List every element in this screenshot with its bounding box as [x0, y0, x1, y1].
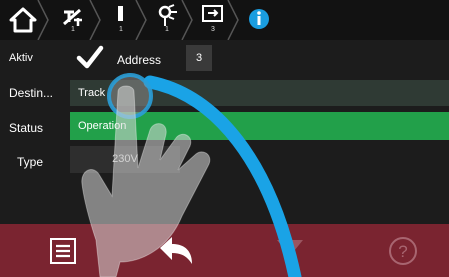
crumb-outputs[interactable]: 3 [200, 0, 226, 40]
help-icon: ? [389, 237, 417, 265]
crumb-count: 3 [211, 26, 215, 33]
back-arrow-icon [160, 237, 192, 264]
home-icon [9, 7, 37, 33]
footer-toolbar: ? [0, 224, 449, 277]
address-input[interactable]: 3 [186, 45, 212, 71]
crumb-signal[interactable]: 1 [154, 0, 180, 40]
breadcrumb-separator [181, 0, 193, 40]
breadcrumb: 1 1 1 3 [0, 0, 449, 40]
type-label: Type [17, 155, 44, 169]
crumb-info[interactable] [246, 0, 272, 40]
signal-lamp-icon [158, 4, 177, 26]
info-icon [249, 9, 269, 29]
address-label: Address [117, 53, 162, 67]
destination-field[interactable]: Track [70, 80, 449, 106]
status-field[interactable]: Operation [70, 112, 449, 140]
aktiv-checkbox[interactable] [76, 44, 104, 70]
type-field[interactable]: 230V [70, 146, 180, 173]
status-label: Status [9, 121, 44, 135]
menu-list-icon [50, 238, 76, 264]
destination-label: Destin... [9, 86, 54, 100]
crumb-count: 1 [119, 26, 123, 33]
crumb-signal-off[interactable]: 1 [58, 0, 88, 40]
breadcrumb-separator [135, 0, 147, 40]
crumb-count: 1 [71, 26, 75, 33]
crumb-count: 1 [165, 26, 169, 33]
screen: 1 1 1 3 Aktiv Address 3 Destin... Track … [0, 0, 449, 277]
svg-text:?: ? [398, 242, 407, 261]
back-button[interactable] [110, 224, 230, 277]
breadcrumb-separator [227, 0, 239, 40]
breadcrumb-separator [37, 0, 49, 40]
crumb-warning[interactable]: 1 [108, 0, 134, 40]
menu-button[interactable] [0, 224, 110, 277]
down-button[interactable] [230, 224, 350, 277]
help-button[interactable]: ? [350, 224, 449, 277]
down-triangle-icon [277, 240, 303, 256]
aktiv-label: Aktiv [9, 52, 33, 64]
breadcrumb-separator [89, 0, 101, 40]
exit-box-icon [202, 5, 223, 22]
